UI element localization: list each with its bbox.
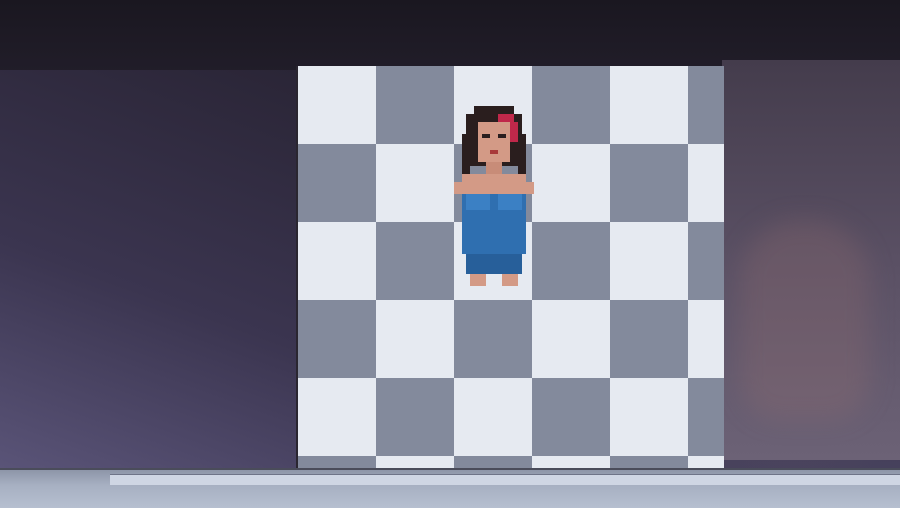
left-panel	[0, 70, 300, 470]
hand-shadow	[740, 220, 870, 420]
character-sprite-icon[interactable]	[446, 102, 542, 342]
bottom-scrollbar-area	[0, 468, 900, 508]
sprite-canvas[interactable]	[296, 66, 724, 468]
horizontal-scrollbar[interactable]	[110, 474, 900, 485]
